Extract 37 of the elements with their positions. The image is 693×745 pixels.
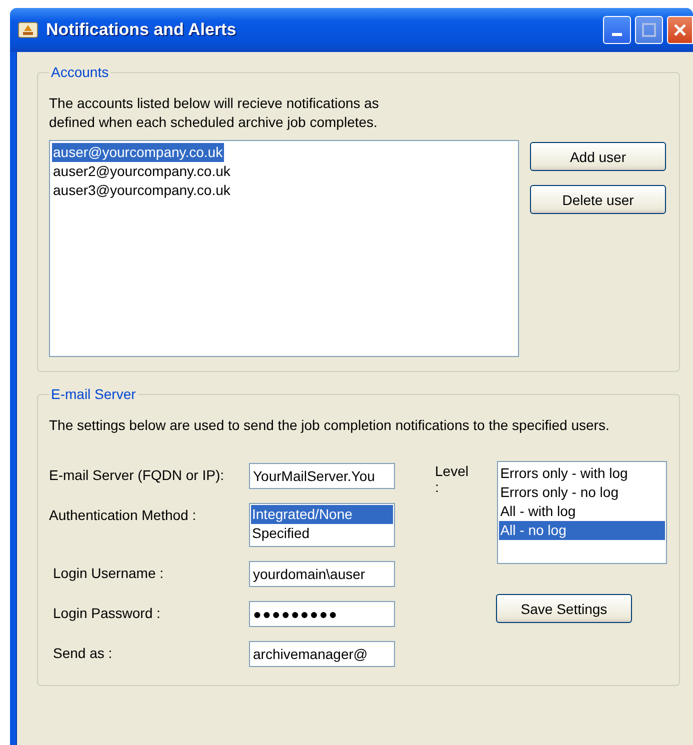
input-field[interactable]: YourMailServer.You (249, 463, 395, 489)
authentication-list[interactable]: Integrated/None Specified (249, 503, 395, 547)
list-item[interactable]: Integrated/None (251, 505, 393, 524)
level-list[interactable]: Errors only - with log Errors only - no log All - with log All - no log (497, 461, 667, 564)
window-title: Notifications and Alerts (46, 20, 238, 40)
user-button[interactable]: Delete user (530, 185, 666, 214)
level-label: Level : (435, 462, 470, 497)
group-title: E-mail Server (50, 386, 137, 402)
field-label: Login Password : (52, 604, 162, 621)
group-title: Accounts (50, 64, 110, 80)
field-label: Send as : (52, 644, 114, 661)
app-icon (18, 22, 38, 38)
save-settings-button[interactable]: Save Settings (496, 594, 632, 623)
minimize-button[interactable] (603, 16, 631, 44)
list-item[interactable]: Errors only - no log (499, 483, 665, 502)
close-icon (673, 23, 687, 37)
minimize-icon (612, 33, 622, 37)
description-text: The accounts listed below will recieve notifications as defined when each scheduled archive job completes. (49, 94, 380, 132)
accounts-list[interactable]: auser@yourcompany.co.uk auser2@yourcompany.co.uk auser3@yourcompany.co.uk (49, 140, 519, 357)
list-item[interactable]: auser@yourcompany.co.uk (52, 143, 224, 162)
list-item[interactable]: All - no log (499, 521, 665, 540)
password-field[interactable]: ●●●●●●●●● (249, 601, 395, 627)
maximize-icon (642, 23, 656, 37)
input-field[interactable]: archivemanager@ (249, 641, 395, 667)
list-item[interactable]: Specified (251, 524, 393, 543)
description-text: The settings below are used to send the job completion notifications to the specified users. (49, 416, 610, 435)
field-label: Login Username : (52, 564, 165, 581)
input-field[interactable]: yourdomain\auser (249, 561, 395, 587)
list-item[interactable]: All - with log (499, 502, 665, 521)
field-label: E-mail Server (FQDN or IP): (49, 466, 226, 483)
user-button[interactable]: Add user (530, 142, 666, 171)
field-label: Authentication Method : (49, 506, 198, 523)
list-item[interactable]: auser3@yourcompany.co.uk (52, 181, 232, 200)
maximize-button[interactable] (635, 16, 663, 44)
list-item[interactable]: auser2@yourcompany.co.uk (52, 162, 232, 181)
list-item[interactable]: Errors only - with log (499, 464, 665, 483)
close-button[interactable] (667, 16, 693, 44)
